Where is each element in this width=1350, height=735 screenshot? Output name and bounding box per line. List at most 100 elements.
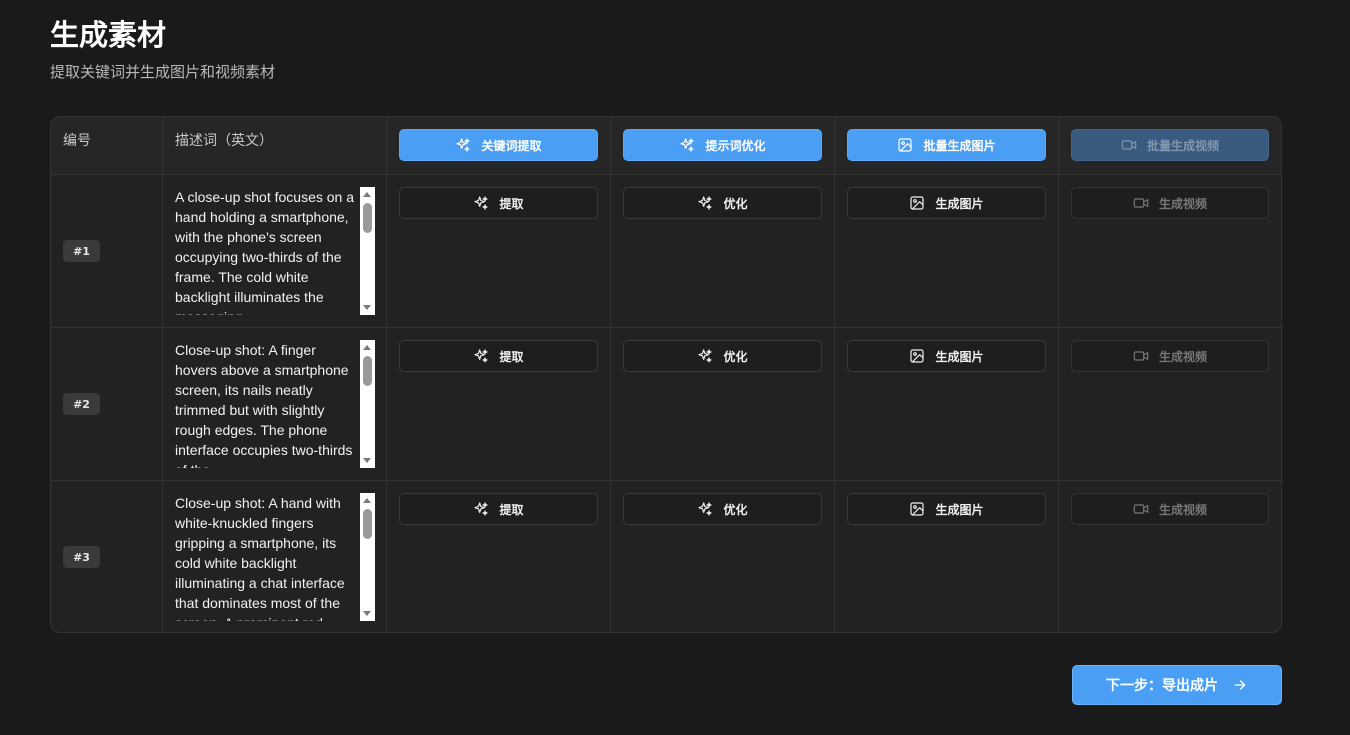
header-optimize-cell: 提示词优化 [610,117,834,174]
header-id-cell: 编号 [51,117,162,174]
generate-image-button[interactable]: 生成图片 [847,340,1046,372]
image-icon [898,138,913,152]
row-desc-cell: Close-up shot: A finger hovers above a s… [162,328,386,480]
optimize-button[interactable]: 优化 [623,493,822,525]
generate-video-button[interactable]: 生成视频 [1071,493,1269,525]
generate-video-button[interactable]: 生成视频 [1071,187,1269,219]
description-textarea[interactable]: A close-up shot focuses on a hand holdin… [175,187,375,315]
generate-image-label: 生成图片 [935,502,984,517]
row-video-cell: 生成视频 [1058,175,1281,327]
sparkles-icon [474,196,489,210]
scroll-down-arrow-icon[interactable] [363,611,371,616]
next-step-label: 下一步：导出成片 [1106,678,1218,694]
row-optimize-cell: 优化 [610,328,834,480]
extract-label: 提取 [499,349,524,364]
description-text: Close-up shot: A finger hovers above a s… [175,342,353,468]
batch-optimize-prompts-label: 提示词优化 [705,138,766,153]
extract-button[interactable]: 提取 [399,187,598,219]
row-desc-cell: A close-up shot focuses on a hand holdin… [162,175,386,327]
generate-video-button[interactable]: 生成视频 [1071,340,1269,372]
row-number-badge: #2 [63,393,100,415]
sparkles-icon [474,349,489,363]
sparkles-icon [456,138,471,152]
scroll-down-arrow-icon[interactable] [363,458,371,463]
optimize-label: 优化 [723,196,748,211]
header-desc-cell: 描述词（英文） [162,117,386,174]
batch-optimize-prompts-button[interactable]: 提示词优化 [623,129,822,161]
table-header: 编号 描述词（英文） 关键词提取 提示词优化 批量生成图片 批量生成视频 [51,117,1281,174]
row-id-cell: #3 [51,481,162,632]
arrow-right-icon [1234,680,1246,690]
row-number-badge: #1 [63,240,100,262]
image-icon [910,349,925,363]
description-text: Close-up shot: A hand with white-knuckle… [175,495,345,621]
table-row: #3 Close-up shot: A hand with white-knuc… [51,480,1281,632]
header-extract-cell: 关键词提取 [386,117,610,174]
generate-image-button[interactable]: 生成图片 [847,493,1046,525]
video-icon [1133,351,1149,361]
scroll-thumb[interactable] [363,356,372,386]
sparkles-icon [474,502,489,516]
batch-generate-videos-button[interactable]: 批量生成视频 [1071,129,1269,161]
scroll-down-arrow-icon[interactable] [363,305,371,310]
table-row: #1 A close-up shot focuses on a hand hol… [51,174,1281,327]
optimize-button[interactable]: 优化 [623,340,822,372]
generate-video-label: 生成视频 [1158,502,1207,517]
sparkles-icon [698,502,713,516]
header-video-cell: 批量生成视频 [1058,117,1281,174]
description-scrollbar[interactable] [360,493,375,621]
row-video-cell: 生成视频 [1058,328,1281,480]
extract-label: 提取 [499,196,524,211]
page-subtitle: 提取关键词并生成图片和视频素材 [50,63,276,81]
row-image-cell: 生成图片 [834,328,1058,480]
row-optimize-cell: 优化 [610,175,834,327]
batch-generate-videos-label: 批量生成视频 [1146,138,1219,153]
extract-label: 提取 [499,502,524,517]
next-step-export-button[interactable]: 下一步：导出成片 [1072,665,1282,705]
generate-image-label: 生成图片 [935,196,984,211]
batch-generate-images-label: 批量生成图片 [923,138,996,153]
scroll-thumb[interactable] [363,203,372,233]
row-extract-cell: 提取 [386,481,610,632]
sparkles-icon [698,349,713,363]
row-number-badge: #3 [63,546,100,568]
scroll-up-arrow-icon[interactable] [363,498,371,503]
image-icon [910,196,925,210]
sparkles-icon [680,138,695,152]
row-video-cell: 生成视频 [1058,481,1281,632]
batch-generate-images-button[interactable]: 批量生成图片 [847,129,1046,161]
row-image-cell: 生成图片 [834,481,1058,632]
table-row: #2 Close-up shot: A finger hovers above … [51,327,1281,480]
row-optimize-cell: 优化 [610,481,834,632]
description-textarea[interactable]: Close-up shot: A finger hovers above a s… [175,340,375,468]
extract-button[interactable]: 提取 [399,340,598,372]
header-desc-label: 描述词（英文） [175,133,273,149]
video-icon [1133,504,1149,514]
generate-video-label: 生成视频 [1158,349,1207,364]
row-extract-cell: 提取 [386,328,610,480]
page-title: 生成素材 [50,18,167,52]
sparkles-icon [698,196,713,210]
description-scrollbar[interactable] [360,187,375,315]
extract-button[interactable]: 提取 [399,493,598,525]
materials-table: 编号 描述词（英文） 关键词提取 提示词优化 批量生成图片 批量生成视频 #1 … [50,116,1282,633]
generate-image-button[interactable]: 生成图片 [847,187,1046,219]
description-textarea[interactable]: Close-up shot: A hand with white-knuckle… [175,493,375,621]
description-scrollbar[interactable] [360,340,375,468]
row-id-cell: #1 [51,175,162,327]
header-image-cell: 批量生成图片 [834,117,1058,174]
description-text: A close-up shot focuses on a hand holdin… [175,189,354,315]
optimize-button[interactable]: 优化 [623,187,822,219]
video-icon [1121,140,1137,150]
scroll-thumb[interactable] [363,509,372,539]
batch-extract-keywords-label: 关键词提取 [481,138,542,153]
image-icon [910,502,925,516]
row-id-cell: #2 [51,328,162,480]
scroll-up-arrow-icon[interactable] [363,192,371,197]
batch-extract-keywords-button[interactable]: 关键词提取 [399,129,598,161]
row-extract-cell: 提取 [386,175,610,327]
row-image-cell: 生成图片 [834,175,1058,327]
header-id-label: 编号 [63,133,91,149]
optimize-label: 优化 [723,502,748,517]
scroll-up-arrow-icon[interactable] [363,345,371,350]
